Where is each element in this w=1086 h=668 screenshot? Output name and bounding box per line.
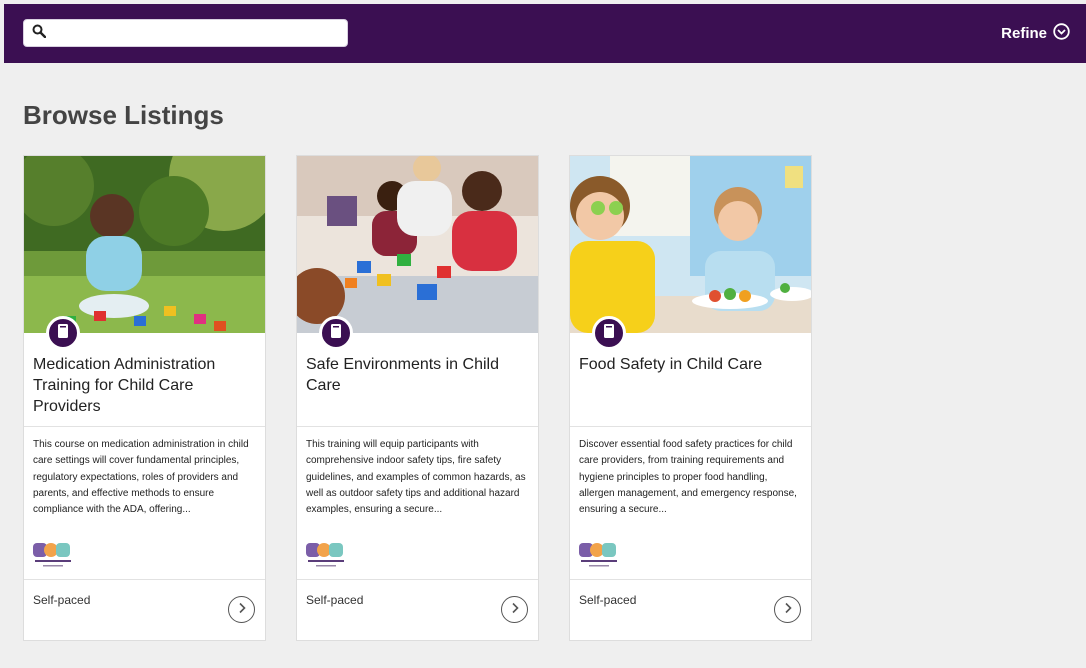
chevron-right-icon <box>783 601 793 619</box>
open-course-button[interactable] <box>228 596 255 623</box>
early-childhood-logo <box>579 541 627 571</box>
card-image <box>24 156 265 333</box>
search-box[interactable] <box>23 19 348 47</box>
book-icon <box>56 323 70 344</box>
search-input[interactable] <box>46 20 347 46</box>
card-title[interactable]: Safe Environments in Child Care <box>306 354 531 396</box>
course-type-badge <box>319 316 353 350</box>
chevron-right-icon <box>510 601 520 619</box>
course-type-badge <box>592 316 626 350</box>
early-childhood-logo <box>306 541 354 571</box>
card-description: Discover essential food safety practices… <box>579 439 797 516</box>
card-description: This course on medication administration… <box>33 439 249 516</box>
refine-button[interactable]: Refine <box>1001 23 1070 44</box>
divider <box>570 579 811 580</box>
card-title[interactable]: Food Safety in Child Care <box>579 354 804 375</box>
card-description: This training will equip participants wi… <box>306 439 526 516</box>
page-title: Browse Listings <box>23 100 224 130</box>
refine-label: Refine <box>1001 25 1047 42</box>
book-icon <box>602 323 616 344</box>
course-type-badge <box>46 316 80 350</box>
divider <box>297 579 538 580</box>
listing-card[interactable]: Medication Administration Training for C… <box>23 155 266 641</box>
top-bar: Refine <box>4 4 1086 63</box>
listing-card[interactable]: Safe Environments in Child Care This tra… <box>296 155 539 641</box>
pace-label: Self-paced <box>579 593 637 607</box>
divider <box>24 426 265 427</box>
book-icon <box>329 323 343 344</box>
card-image <box>297 156 538 333</box>
open-course-button[interactable] <box>774 596 801 623</box>
divider <box>24 579 265 580</box>
listing-card[interactable]: Food Safety in Child Care Discover essen… <box>569 155 812 641</box>
search-icon <box>32 24 47 43</box>
chevron-down-circle-icon <box>1053 23 1070 44</box>
divider <box>297 426 538 427</box>
divider <box>570 426 811 427</box>
pace-label: Self-paced <box>306 593 364 607</box>
chevron-right-icon <box>237 601 247 619</box>
pace-label: Self-paced <box>33 593 91 607</box>
early-childhood-logo <box>33 541 81 571</box>
card-title[interactable]: Medication Administration Training for C… <box>33 354 258 417</box>
open-course-button[interactable] <box>501 596 528 623</box>
card-image <box>570 156 811 333</box>
